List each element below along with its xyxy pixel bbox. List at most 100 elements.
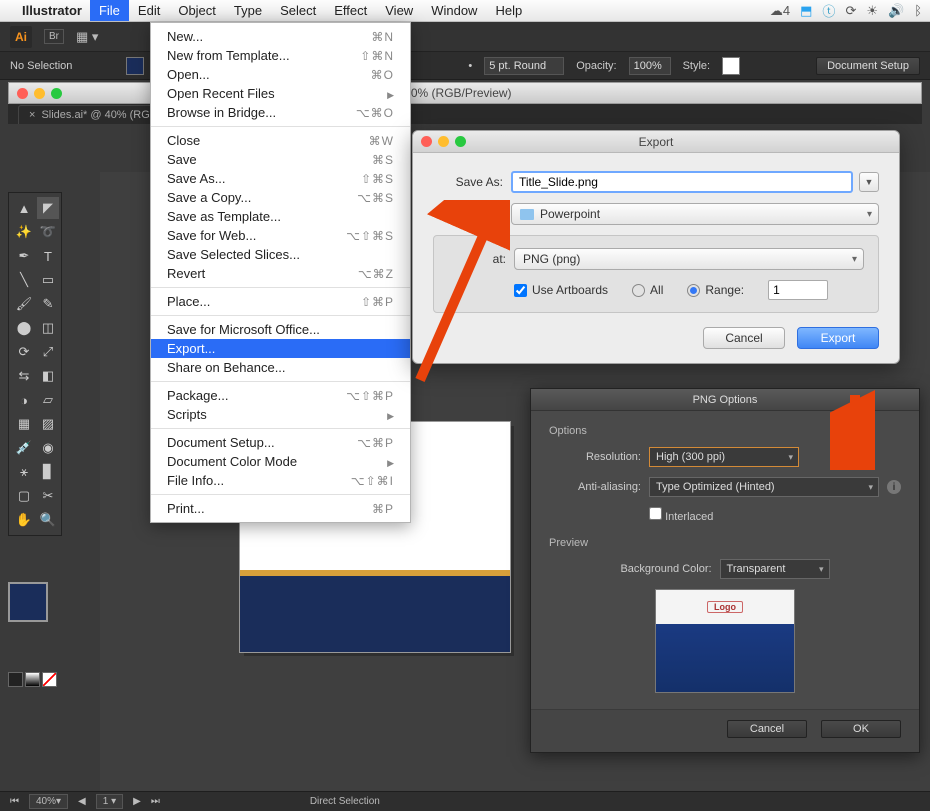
- file-menu-item[interactable]: Share on Behance...: [151, 358, 410, 377]
- file-menu-item[interactable]: Scripts: [151, 405, 410, 424]
- file-menu-item[interactable]: New...⌘N: [151, 27, 410, 46]
- file-menu-item[interactable]: Open...⌘O: [151, 65, 410, 84]
- bluetooth-icon[interactable]: ᛒ: [914, 3, 922, 18]
- file-menu-item[interactable]: Save⌘S: [151, 150, 410, 169]
- file-menu-item[interactable]: Place...⇧⌘P: [151, 292, 410, 311]
- scale-tool-icon[interactable]: ⤢: [37, 341, 59, 363]
- png-cancel-button[interactable]: Cancel: [727, 720, 807, 738]
- app-menu[interactable]: Illustrator: [14, 3, 90, 18]
- magic-wand-tool-icon[interactable]: ✨: [13, 221, 35, 243]
- expand-dialog-button[interactable]: ▼: [859, 172, 879, 192]
- direct-selection-tool-icon[interactable]: ◤: [37, 197, 59, 219]
- anti-aliasing-select[interactable]: Type Optimized (Hinted): [649, 477, 879, 497]
- file-menu-item[interactable]: New from Template...⇧⌘N: [151, 46, 410, 65]
- line-tool-icon[interactable]: ╲: [13, 269, 35, 291]
- graph-tool-icon[interactable]: ▊: [37, 461, 59, 483]
- sync-icon[interactable]: ⟳: [845, 3, 856, 19]
- pen-tool-icon[interactable]: ✒: [13, 245, 35, 267]
- fill-color-swatch[interactable]: [8, 582, 48, 622]
- export-cancel-button[interactable]: Cancel: [703, 327, 785, 349]
- zoom-level[interactable]: 40% ▾: [29, 794, 68, 809]
- menu-type[interactable]: Type: [225, 0, 271, 21]
- shape-builder-tool-icon[interactable]: ◑: [13, 389, 35, 411]
- use-artboards-checkbox[interactable]: Use Artboards: [514, 283, 608, 297]
- file-menu-item[interactable]: Document Color Mode: [151, 452, 410, 471]
- window-traffic-lights[interactable]: [17, 88, 62, 99]
- creative-cloud-icon[interactable]: ☁4: [770, 3, 790, 19]
- width-tool-icon[interactable]: ⇆: [13, 365, 35, 387]
- arrange-icon[interactable]: ▦ ▾: [76, 29, 98, 45]
- volume-icon[interactable]: 🔊: [888, 3, 904, 19]
- format-select[interactable]: PNG (png): [514, 248, 864, 270]
- file-menu-item[interactable]: Print...⌘P: [151, 499, 410, 518]
- menu-help[interactable]: Help: [486, 0, 531, 21]
- menu-window[interactable]: Window: [422, 0, 486, 21]
- where-select[interactable]: Powerpoint: [511, 203, 879, 225]
- sun-icon[interactable]: ☀: [866, 3, 878, 19]
- file-menu-item[interactable]: Save as Template...: [151, 207, 410, 226]
- symbol-sprayer-tool-icon[interactable]: ⚹: [13, 461, 35, 483]
- info-icon[interactable]: i: [887, 480, 901, 494]
- menu-edit[interactable]: Edit: [129, 0, 169, 21]
- menu-view[interactable]: View: [376, 0, 422, 21]
- file-menu-item[interactable]: Close⌘W: [151, 131, 410, 150]
- color-swatch-panel[interactable]: [8, 582, 80, 687]
- nav-prev-icon[interactable]: ◀: [78, 796, 86, 807]
- blend-tool-icon[interactable]: ◉: [37, 437, 59, 459]
- export-confirm-button[interactable]: Export: [797, 327, 879, 349]
- file-menu-item[interactable]: Save Selected Slices...: [151, 245, 410, 264]
- file-menu-item[interactable]: Save for Microsoft Office...: [151, 320, 410, 339]
- all-radio[interactable]: All: [632, 283, 663, 297]
- menu-effect[interactable]: Effect: [325, 0, 376, 21]
- range-radio[interactable]: Range:: [687, 283, 744, 297]
- resolution-select[interactable]: High (300 ppi): [649, 447, 799, 467]
- zoom-tool-icon[interactable]: 🔍: [37, 509, 59, 531]
- file-menu-item[interactable]: Revert⌥⌘Z: [151, 264, 410, 283]
- nav-first-icon[interactable]: ⏮: [10, 796, 19, 807]
- file-menu-item[interactable]: Document Setup...⌥⌘P: [151, 433, 410, 452]
- opacity-input[interactable]: 100%: [629, 57, 671, 75]
- br-icon[interactable]: Br: [44, 29, 64, 44]
- fill-swatch[interactable]: [126, 57, 144, 75]
- file-menu-item[interactable]: Open Recent Files: [151, 84, 410, 103]
- artboard-tool-icon[interactable]: ▢: [13, 485, 35, 507]
- bg-color-select[interactable]: Transparent: [720, 559, 830, 579]
- nav-next-icon[interactable]: ▶: [133, 796, 141, 807]
- interlaced-checkbox[interactable]: Interlaced: [649, 507, 713, 523]
- close-icon[interactable]: [421, 136, 432, 147]
- mesh-tool-icon[interactable]: ▦: [13, 413, 35, 435]
- perspective-tool-icon[interactable]: ▱: [37, 389, 59, 411]
- eyedropper-tool-icon[interactable]: 💉: [13, 437, 35, 459]
- file-menu-item[interactable]: File Info...⌥⇧⌘I: [151, 471, 410, 490]
- te-icon[interactable]: ⓣ: [822, 1, 835, 20]
- range-input[interactable]: [768, 280, 828, 300]
- menu-file[interactable]: File: [90, 0, 129, 21]
- png-ok-button[interactable]: OK: [821, 720, 901, 738]
- file-menu-item[interactable]: Export...: [151, 339, 410, 358]
- rotate-tool-icon[interactable]: ⟳: [13, 341, 35, 363]
- selection-tool-icon[interactable]: ▲: [13, 197, 35, 219]
- file-menu-item[interactable]: Browse in Bridge...⌥⌘O: [151, 103, 410, 122]
- gradient-tool-icon[interactable]: ▨: [37, 413, 59, 435]
- file-menu-item[interactable]: Package...⌥⇧⌘P: [151, 386, 410, 405]
- stroke-profile-select[interactable]: 5 pt. Round: [484, 57, 564, 75]
- hand-tool-icon[interactable]: ✋: [13, 509, 35, 531]
- pencil-tool-icon[interactable]: ✎: [37, 293, 59, 315]
- slice-tool-icon[interactable]: ✂: [37, 485, 59, 507]
- minimize-icon[interactable]: [438, 136, 449, 147]
- dropbox-icon[interactable]: ⬒: [800, 3, 812, 19]
- type-tool-icon[interactable]: T: [37, 245, 59, 267]
- eraser-tool-icon[interactable]: ◫: [37, 317, 59, 339]
- paintbrush-tool-icon[interactable]: 🖌: [13, 293, 35, 315]
- nav-last-icon[interactable]: ⏭: [151, 796, 160, 807]
- lasso-tool-icon[interactable]: ➰: [37, 221, 59, 243]
- file-menu-item[interactable]: Save for Web...⌥⇧⌘S: [151, 226, 410, 245]
- menu-object[interactable]: Object: [169, 0, 225, 21]
- color-mode-row[interactable]: [8, 672, 80, 687]
- document-setup-button[interactable]: Document Setup: [816, 57, 920, 75]
- save-as-input[interactable]: [511, 171, 853, 193]
- menu-select[interactable]: Select: [271, 0, 325, 21]
- file-menu-item[interactable]: Save a Copy...⌥⌘S: [151, 188, 410, 207]
- file-menu-item[interactable]: Save As...⇧⌘S: [151, 169, 410, 188]
- free-transform-tool-icon[interactable]: ◧: [37, 365, 59, 387]
